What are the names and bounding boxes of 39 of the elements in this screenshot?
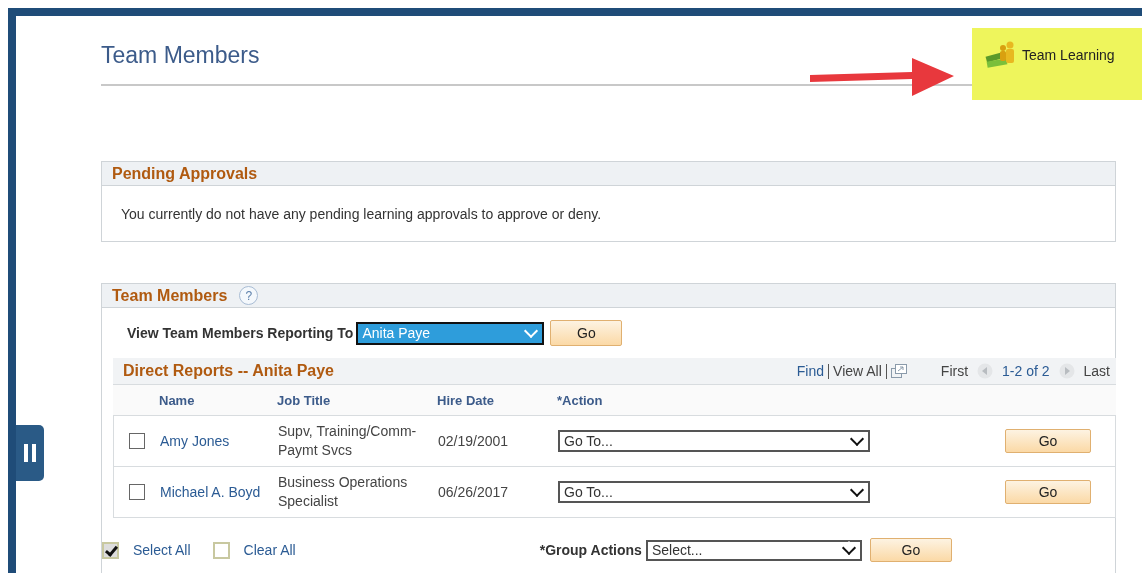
section-title: Team Members bbox=[112, 286, 228, 305]
go-button[interactable]: Go bbox=[869, 538, 952, 562]
first-label: First bbox=[940, 363, 969, 379]
column-header: Job Title bbox=[277, 392, 332, 408]
table-cell-text: Business Operations Specialist bbox=[278, 473, 409, 511]
view-all-link[interactable]: View All bbox=[833, 363, 882, 379]
column-header: Name bbox=[159, 392, 196, 408]
go-button[interactable]: Go bbox=[1005, 480, 1091, 504]
action-dropdown[interactable]: Go To... bbox=[558, 481, 870, 503]
collapse-handle[interactable] bbox=[16, 425, 44, 481]
go-button[interactable]: Go bbox=[1005, 429, 1091, 453]
employee-name-link[interactable]: Amy Jones bbox=[160, 433, 278, 449]
find-link[interactable]: Find bbox=[796, 363, 825, 379]
section-title: Pending Approvals bbox=[112, 164, 258, 183]
go-button[interactable]: Go bbox=[550, 320, 623, 346]
table-cell-text: Supv, Training/Comm-Paymt Svcs bbox=[278, 422, 418, 460]
row-checkbox[interactable] bbox=[129, 484, 145, 500]
new-window-icon[interactable] bbox=[890, 364, 907, 378]
team-learning-link[interactable]: Team Learning bbox=[984, 40, 1115, 70]
page-range: 1-2 of 2 bbox=[1002, 363, 1050, 379]
clear-all-checkbox[interactable] bbox=[212, 541, 230, 559]
table-cell-text: 06/26/2017 bbox=[438, 484, 510, 500]
select-all-link[interactable]: Select All bbox=[133, 542, 191, 558]
column-header: Hire Date bbox=[437, 392, 496, 408]
grid-title: Direct Reports -- Anita Paye bbox=[123, 362, 334, 380]
table-cell-text: 02/19/2001 bbox=[438, 433, 510, 449]
action-dropdown[interactable]: Go To... bbox=[558, 430, 870, 452]
page-title: Team Members bbox=[101, 42, 260, 69]
select-all-checkbox[interactable] bbox=[102, 541, 119, 559]
group-actions-label: *Group Actions bbox=[539, 542, 642, 558]
employee-name-link[interactable]: Michael A. Boyd bbox=[160, 484, 278, 500]
pending-message: You currently do not have any pending learning approvals to approve or deny. bbox=[120, 205, 603, 222]
clear-all-link[interactable]: Clear All bbox=[243, 542, 296, 558]
group-actions-dropdown[interactable]: Select... bbox=[645, 539, 862, 561]
last-label: Last bbox=[1083, 363, 1110, 379]
column-header: *Action bbox=[557, 392, 604, 408]
row-checkbox[interactable] bbox=[129, 433, 145, 449]
help-icon[interactable]: ? bbox=[239, 286, 259, 305]
reporting-label: View Team Members Reporting To bbox=[127, 325, 354, 341]
